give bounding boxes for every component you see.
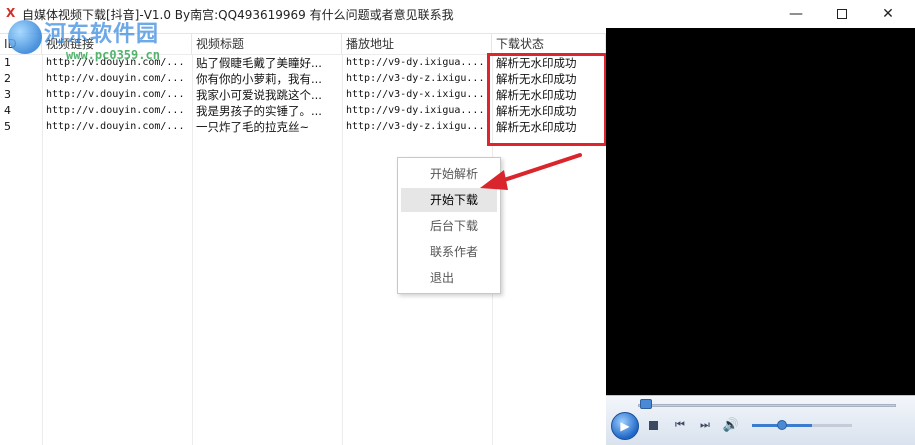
cell-index: 2 [4,72,11,85]
stop-icon [648,420,658,430]
header-status[interactable]: 下载状态 [492,34,606,54]
cell-title: 我家小可爱说我跳这个... [196,88,322,102]
volume-icon: 🔊 [722,417,740,433]
annotation-arrow-icon [480,153,582,190]
menu-item-background-download[interactable]: 后台下载 [401,214,497,238]
title-bar: X 自媒体视频下载[抖音]-V1.0 By南宫:QQ493619969 有什么问… [0,0,915,28]
cell-title: 我是男孩子的实锤了。... [196,104,322,118]
cell-link: http://v.douyin.com/... [46,57,185,68]
cell-play: http://v3-dy-x.ixigu... [346,89,485,100]
window-title: 自媒体视频下载[抖音]-V1.0 By南宫:QQ493619969 有什么问题或… [22,8,454,22]
close-icon: ✕ [882,6,894,22]
play-button[interactable]: ▶ [611,412,639,440]
cell-play: http://v9-dy.ixigua.... [346,105,485,116]
video-player[interactable] [606,28,915,445]
cell-link: http://v.douyin.com/... [46,73,185,84]
cell-index: 5 [4,120,11,133]
maximize-button[interactable] [819,0,865,28]
cell-play: http://v3-dy-z.ixigu... [346,121,485,132]
previous-icon: ⏮ [675,418,685,431]
cell-title: 贴了假睫毛戴了美瞳好... [196,56,322,70]
cell-link: http://v.douyin.com/... [46,105,185,116]
cell-index: 3 [4,88,11,101]
maximize-icon [837,9,847,19]
header-play[interactable]: 播放地址 [342,34,492,54]
play-icon: ▶ [620,419,630,433]
menu-item-contact-author[interactable]: 联系作者 [401,240,497,264]
close-button[interactable]: ✕ [865,0,911,28]
header-title[interactable]: 视频标题 [192,34,342,54]
cell-title: 你有你的小萝莉，我有... [196,72,322,86]
minimize-button[interactable]: — [773,0,819,28]
header-link[interactable]: 视频链接 [42,34,192,54]
menu-item-exit[interactable]: 退出 [401,266,497,290]
next-button[interactable]: ⏭ [697,418,713,432]
cell-play: http://v3-dy-z.ixigu... [346,73,485,84]
minimize-icon: — [789,6,803,22]
status-highlight-box [487,53,607,146]
seek-thumb[interactable] [640,399,652,409]
stop-button[interactable] [646,418,660,432]
seek-bar[interactable] [638,404,896,407]
app-icon: X [6,6,16,20]
header-index[interactable]: ID [0,34,42,54]
cell-link: http://v.douyin.com/... [46,89,185,100]
volume-thumb[interactable] [777,420,787,430]
next-icon: ⏭ [700,418,710,431]
previous-button[interactable]: ⏮ [672,418,688,432]
volume-button[interactable]: 🔊 [722,417,740,433]
cell-title: 一只炸了毛的拉克丝~ [196,120,310,134]
cell-index: 1 [4,56,11,69]
cell-index: 4 [4,104,11,117]
cell-link: http://v.douyin.com/... [46,121,185,132]
volume-slider-track[interactable] [812,424,852,427]
cell-play: http://v9-dy.ixigua.... [346,57,485,68]
